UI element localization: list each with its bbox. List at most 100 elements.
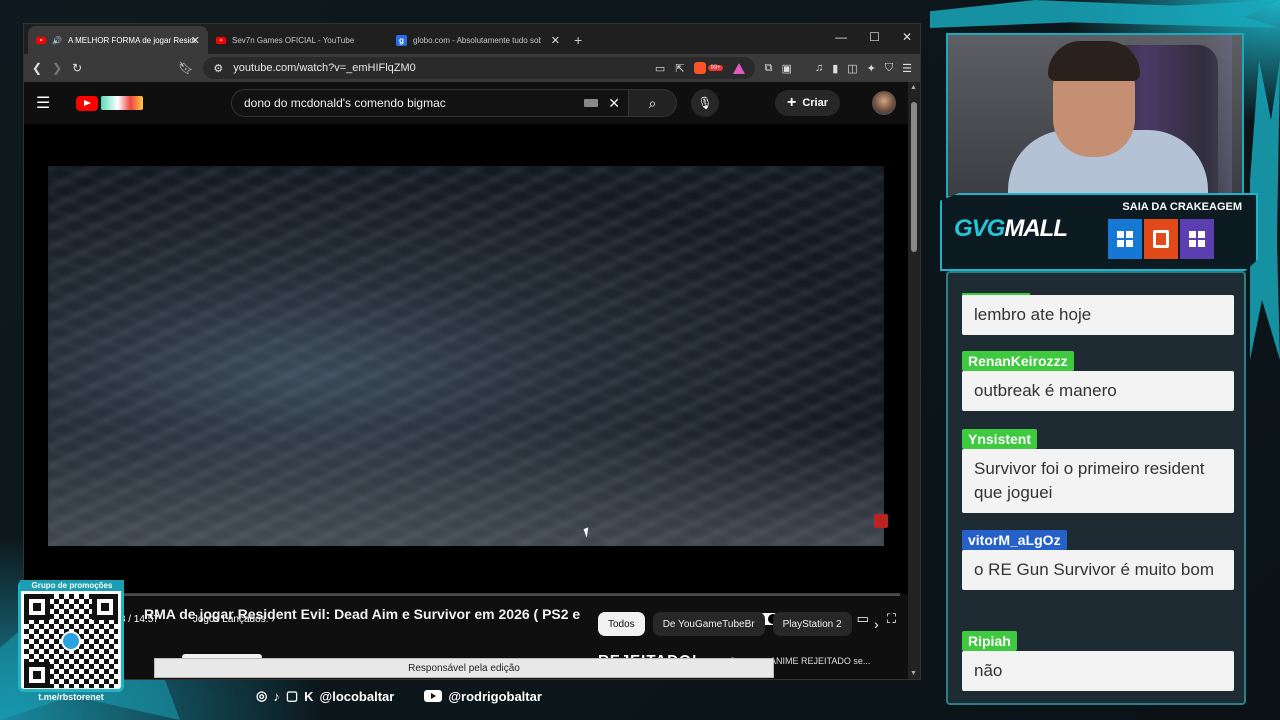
background-light <box>1202 35 1232 196</box>
brave-shield-icon[interactable] <box>694 62 707 74</box>
youtube-icon <box>216 36 226 44</box>
youtube-logo[interactable] <box>76 95 143 111</box>
search-icon: ⌕ <box>648 94 657 111</box>
puzzle-icon[interactable]: ⧉ <box>765 62 773 75</box>
twitch-icon: ▢ <box>285 688 299 703</box>
extensions-area: ⧉ ▣ ♫ ▮ ◫ ✦ ⛉ ☰ <box>765 62 912 75</box>
screenshot-icon[interactable]: ▣ <box>782 62 792 75</box>
chat-message-text: Survivor foi o primeiro resident que jog… <box>962 449 1234 513</box>
cast-icon[interactable]: ▭ <box>655 62 665 75</box>
tab-resident-evil-video[interactable]: 🔊 A MELHOR FORMA de jogar Reside ✕ <box>28 26 208 54</box>
chip-channel[interactable]: De YouGameTubeBr <box>652 612 765 636</box>
wallet-icon[interactable]: ◫ <box>847 62 857 75</box>
back-icon[interactable]: ❮ <box>32 61 42 75</box>
chat-message-text: não <box>962 651 1234 691</box>
tooltip: Responsável pela edição <box>154 658 774 678</box>
youtube-icon <box>424 690 443 702</box>
chat-message: vitorM_aLgOz o RE Gun Survivor é muito b… <box>962 530 1234 590</box>
chat-message-text: lembro ate hoje <box>962 295 1234 335</box>
minimize-icon[interactable]: — <box>835 30 847 44</box>
close-window-icon[interactable]: ✕ <box>902 30 912 44</box>
telegram-icon <box>61 631 81 651</box>
avatar[interactable] <box>872 91 896 115</box>
windows-icon <box>1117 231 1133 247</box>
instagram-icon: ◎ <box>256 688 268 703</box>
chat-message: Ynsistent Survivor foi o primeiro reside… <box>962 429 1234 513</box>
menu-icon[interactable]: ☰ <box>902 62 912 75</box>
office-icon <box>1153 230 1169 248</box>
chat-panel: lembro ate hoje RenanKeirozzz outbreak é… <box>946 271 1246 705</box>
scrollbar-thumb[interactable] <box>911 102 917 252</box>
youtube-header: ☰ dono do mcdonald's comendo bigmac ✕ ⌕ … <box>24 82 908 124</box>
leo-ai-icon[interactable]: ✦ <box>867 62 876 75</box>
search-input[interactable]: dono do mcdonald's comendo bigmac ✕ <box>231 89 629 117</box>
sidebar-icon[interactable]: ▮ <box>832 62 838 75</box>
extension-badge: 99+ <box>708 65 723 71</box>
youtube-logo-icon <box>76 95 98 111</box>
tab-label: globo.com - Absolutamente tudo sobre not… <box>413 35 541 45</box>
qr-label: Grupo de promoções <box>20 580 124 591</box>
sponsor-slogan: SAIA DA CRAKEAGEM <box>1122 201 1242 213</box>
speaker-icon: 🔊 <box>52 35 62 45</box>
new-tab-button[interactable]: + <box>574 32 582 48</box>
tab-label: Sev7n Games OFICIAL - YouTube <box>232 35 355 45</box>
bookmark-icon[interactable]: 🔖︎ <box>178 61 193 75</box>
chips-next-icon[interactable]: › <box>874 616 879 632</box>
tab-globo[interactable]: g globo.com - Absolutamente tudo sobre n… <box>388 26 568 54</box>
qr-url: t.me/rbstorenet <box>38 692 104 702</box>
video-frame[interactable] <box>48 166 884 546</box>
forward-icon[interactable]: ❯ <box>52 61 62 75</box>
url-text: youtube.com/watch?v=_emHIFlqZM0 <box>233 62 416 74</box>
globo-icon: g <box>396 34 407 46</box>
brave-rewards-icon[interactable] <box>732 62 745 74</box>
social-links: ◎ ♪ ▢ K @locobaltar @rodrigobaltar <box>256 688 542 704</box>
vpn-icon[interactable]: ⛉ <box>885 62 893 75</box>
chat-username: Ynsistent <box>962 429 1038 449</box>
sponsor-banner: GVGMALL SAIA DA CRAKEAGEM <box>940 193 1258 271</box>
page-scrollbar[interactable]: ▲ ▼ <box>908 82 920 679</box>
search-button[interactable]: ⌕ <box>629 89 677 117</box>
site-settings-icon[interactable]: ⚙︎ <box>213 62 223 75</box>
maximize-icon[interactable]: ☐ <box>869 30 880 44</box>
clear-search-icon[interactable]: ✕ <box>608 95 620 112</box>
reload-icon[interactable]: ↻ <box>72 61 82 75</box>
qr-finder <box>92 594 118 620</box>
chat-message-text: outbreak é manero <box>962 371 1234 411</box>
scroll-down-icon[interactable]: ▼ <box>910 670 917 677</box>
tiktok-icon: ♪ <box>273 688 280 704</box>
address-bar[interactable]: ⚙︎ youtube.com/watch?v=_emHIFlqZM0 ▭ ⇱ 9… <box>203 57 755 79</box>
chat-username: Ripiah <box>962 631 1017 651</box>
share-icon[interactable]: ⇱ <box>675 62 684 75</box>
qr-code <box>24 594 118 688</box>
create-button[interactable]: + Criar <box>774 90 840 116</box>
scroll-up-icon[interactable]: ▲ <box>910 84 917 91</box>
chat-username: vitorM_aLgOz <box>962 530 1067 550</box>
channel-watermark-icon[interactable] <box>874 514 888 528</box>
hamburger-menu-icon[interactable]: ☰ <box>36 93 62 113</box>
keyboard-icon[interactable] <box>584 99 598 107</box>
doodle-icon <box>101 96 143 110</box>
close-tab-icon[interactable]: ✕ <box>191 34 200 47</box>
tab-sev7n-games[interactable]: Sev7n Games OFICIAL - YouTube <box>208 26 388 54</box>
recommendation-chips: Todos De YouGameTubeBr PlayStation 2 <box>598 612 852 636</box>
microphone-icon: 🎙︎ <box>697 96 713 110</box>
windows-icon <box>1189 231 1205 247</box>
social-handle-primary: @locobaltar <box>319 688 395 704</box>
window-controls: — ☐ ✕ <box>835 30 912 44</box>
close-tab-icon[interactable]: ✕ <box>551 34 560 47</box>
tab-label: A MELHOR FORMA de jogar Reside <box>67 35 196 45</box>
chip-playstation-2[interactable]: PlayStation 2 <box>772 612 852 636</box>
tab-strip: 🔊 A MELHOR FORMA de jogar Reside ✕ Sev7n… <box>24 24 920 54</box>
kick-icon: K <box>304 688 314 704</box>
plus-icon: + <box>786 94 797 111</box>
chat-username: RenanKeirozzz <box>962 351 1074 371</box>
music-icon[interactable]: ♫ <box>815 62 823 74</box>
streamer-hair <box>1048 41 1140 81</box>
chip-todos[interactable]: Todos <box>598 612 645 636</box>
youtube-icon <box>36 36 46 44</box>
youtube-page: ☰ dono do mcdonald's comendo bigmac ✕ ⌕ … <box>24 82 910 679</box>
qr-finder <box>24 662 50 688</box>
progress-bar[interactable] <box>32 589 900 600</box>
video-player[interactable]: ❚❚ 🔊︎ 1:03 / 14:57 Jogos Lançados. › ▭ ⚙… <box>24 124 910 626</box>
voice-search-button[interactable]: 🎙︎ <box>691 89 719 117</box>
